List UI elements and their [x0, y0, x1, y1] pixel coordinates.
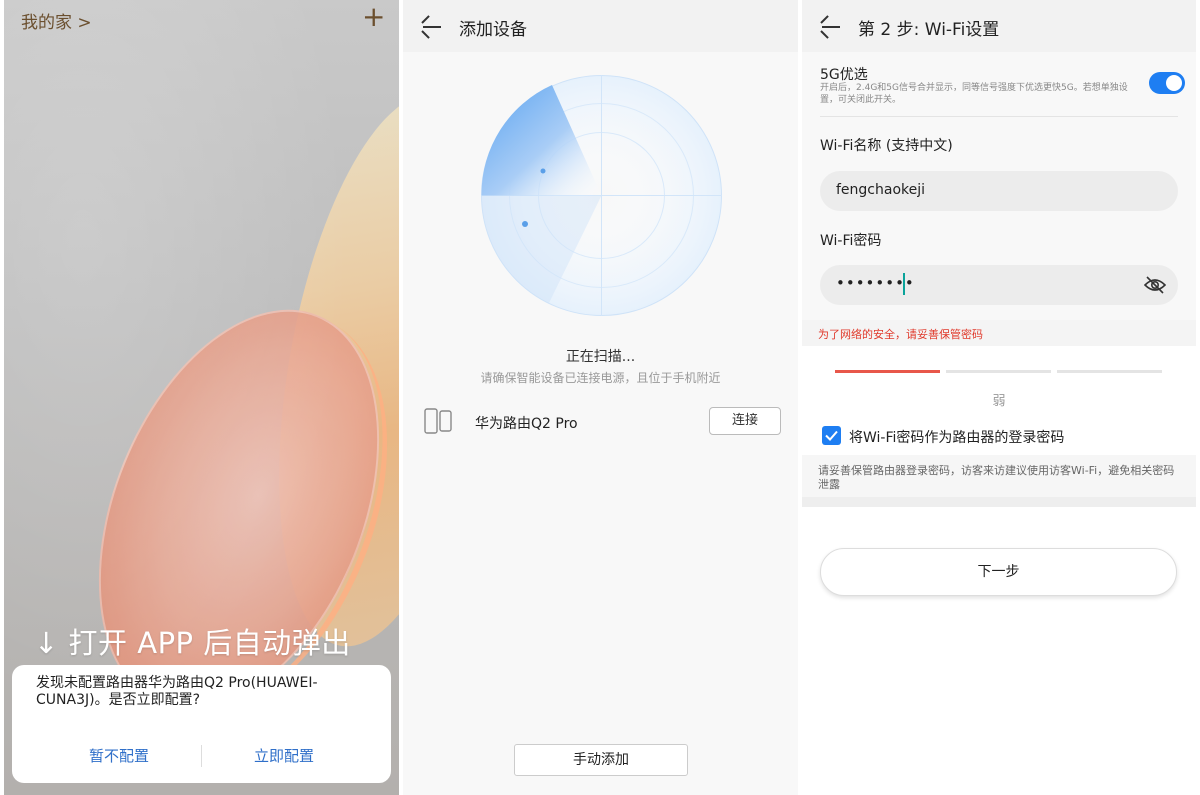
- radar-scan-graphic: [481, 75, 722, 316]
- next-step-button[interactable]: 下一步: [820, 548, 1177, 596]
- manual-add-button[interactable]: 手动添加: [514, 744, 688, 776]
- wifi-password-label: Wi-Fi密码: [820, 233, 882, 249]
- page-title: 第 2 步: Wi-Fi设置: [858, 20, 1000, 40]
- panel-wifi-settings: 第 2 步: Wi-Fi设置 5G优选 开启后，2.4G和5G信号合并显示，同等…: [802, 0, 1196, 795]
- strength-bar-1: [835, 370, 940, 373]
- security-warning: 为了网络的安全，请妥善保管密码: [818, 328, 983, 341]
- scan-status: 正在扫描...: [565, 349, 636, 365]
- panel-home-screen: 我的家 > + ↓ 打开 APP 后自动弹出 发现未配置路由器华为路由Q2 Pr…: [4, 0, 399, 795]
- back-arrow-icon[interactable]: [421, 10, 445, 40]
- eye-off-icon[interactable]: [1144, 275, 1166, 295]
- login-password-note: 请妥善保管路由器登录密码，访客来访建议使用访客Wi-Fi，避免相关密码泄露: [818, 464, 1175, 491]
- section-gap: [802, 497, 1196, 507]
- wifi-name-value: fengchaokeji: [836, 182, 926, 198]
- text-caret: [903, 273, 905, 295]
- strength-bar-3: [1057, 370, 1162, 373]
- back-arrow-icon[interactable]: [820, 10, 844, 40]
- later-button[interactable]: 暂不配置: [89, 745, 149, 766]
- router-icon: [424, 408, 452, 434]
- dialog-message: 发现未配置路由器华为路由Q2 Pro(HUAWEI-CUNA3J)。是否立即配置…: [36, 675, 318, 708]
- wifi-name-label: Wi-Fi名称 (支持中文): [820, 138, 953, 154]
- popup-caption: ↓ 打开 APP 后自动弹出: [34, 626, 351, 660]
- configure-now-button[interactable]: 立即配置: [254, 745, 314, 766]
- top-bar: 添加设备: [403, 0, 798, 52]
- router-config-dialog: 发现未配置路由器华为路由Q2 Pro(HUAWEI-CUNA3J)。是否立即配置…: [12, 665, 391, 783]
- checkmark-icon: [825, 430, 838, 441]
- scan-hint: 请确保智能设备已连接电源，且位于手机附近: [480, 371, 721, 385]
- 5g-preferred-toggle[interactable]: [1149, 72, 1185, 94]
- plus-icon[interactable]: +: [362, 2, 385, 32]
- 5g-preferred-description: 开启后，2.4G和5G信号合并显示，同等信号强度下优选更快5G。若想单独设置，可…: [820, 83, 1128, 105]
- 5g-preferred-label: 5G优选: [820, 67, 868, 83]
- dialog-divider: [201, 745, 202, 767]
- top-bar: 第 2 步: Wi-Fi设置: [802, 0, 1196, 52]
- strength-bar-2: [946, 370, 1051, 373]
- home-title[interactable]: 我的家 >: [21, 8, 92, 33]
- divider: [820, 116, 1178, 117]
- device-name: 华为路由Q2 Pro: [475, 416, 578, 432]
- connect-button[interactable]: 连接: [709, 407, 781, 435]
- use-as-login-checkbox[interactable]: [822, 426, 841, 445]
- strength-label: 弱: [992, 394, 1006, 409]
- page-title: 添加设备: [459, 20, 527, 40]
- panel-add-device: 添加设备 正在扫描... 请确保智能设备已连接电源，且位于手机附近 华为路由Q2…: [403, 0, 798, 795]
- wifi-password-field[interactable]: ••••••••: [820, 265, 1178, 305]
- wifi-name-field[interactable]: fengchaokeji: [820, 171, 1178, 211]
- use-as-login-label[interactable]: 将Wi-Fi密码作为路由器的登录密码: [849, 427, 1064, 447]
